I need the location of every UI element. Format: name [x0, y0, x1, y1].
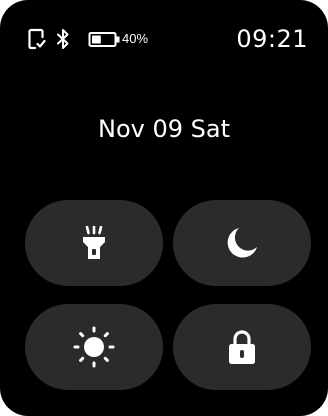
bluetooth-icon	[57, 29, 69, 49]
clock-time: 09:21	[236, 25, 308, 53]
watch-screen: 40% 09:21 Nov 09 Sat	[0, 0, 328, 416]
notification-phone-icon	[28, 28, 46, 50]
screen-lock-toggle[interactable]	[173, 304, 311, 390]
flashlight-icon	[83, 226, 105, 259]
lock-icon	[229, 330, 255, 364]
battery-percent: 40%	[122, 31, 149, 46]
moon-icon	[227, 228, 257, 258]
flashlight-toggle[interactable]	[25, 200, 163, 286]
do-not-disturb-toggle[interactable]	[173, 200, 311, 286]
brightness-icon	[73, 326, 115, 368]
battery-icon	[88, 32, 120, 47]
status-bar: 40% 09:21	[0, 0, 328, 70]
brightness-toggle[interactable]	[25, 304, 163, 390]
date-label: Nov 09 Sat	[98, 115, 230, 143]
